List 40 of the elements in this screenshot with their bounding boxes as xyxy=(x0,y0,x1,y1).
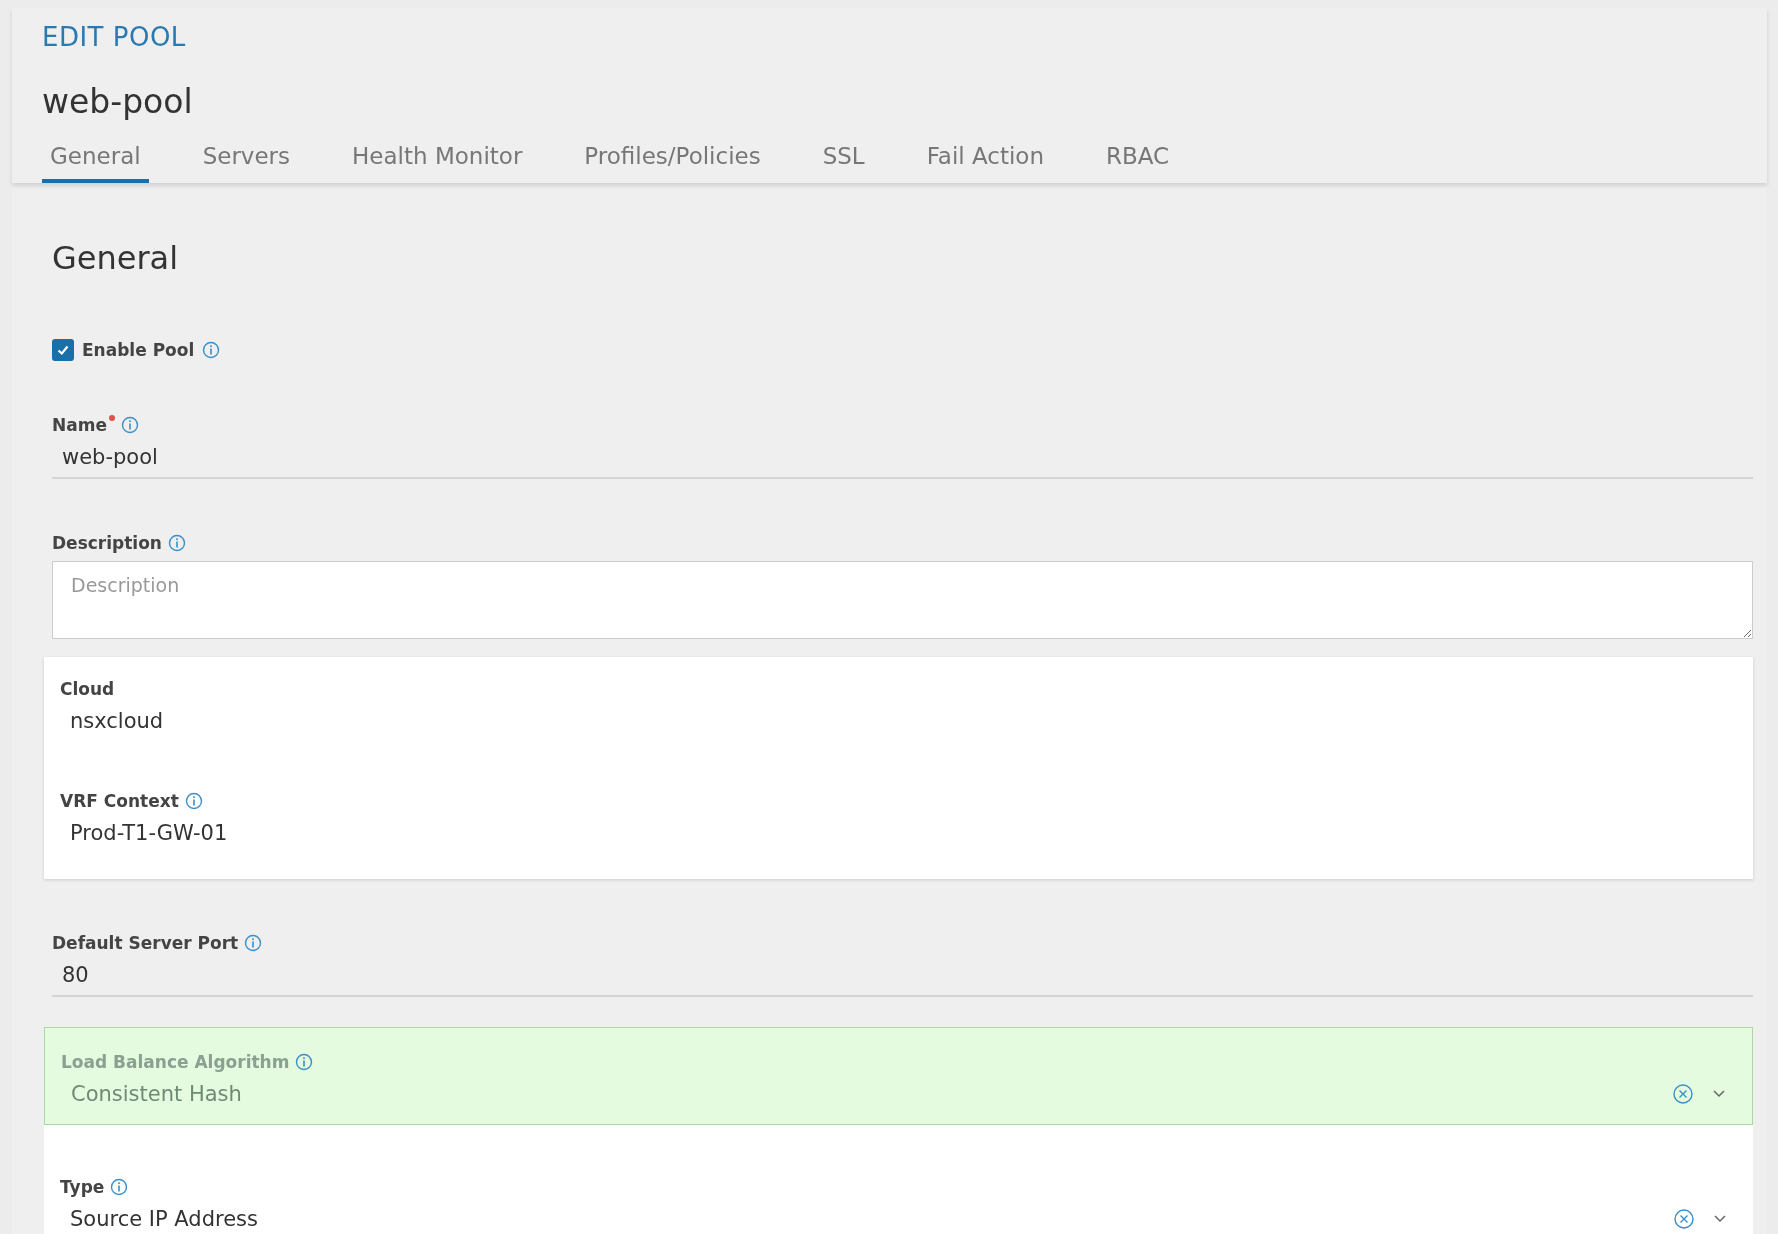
info-icon[interactable] xyxy=(202,341,221,359)
page-title: EDIT POOL xyxy=(42,22,187,52)
info-icon[interactable] xyxy=(167,534,186,552)
dropdown-value: Consistent Hash xyxy=(71,1082,243,1106)
field-label: Name xyxy=(52,415,107,435)
dropdown-value: Source IP Address xyxy=(70,1207,259,1231)
info-icon[interactable] xyxy=(120,416,139,434)
chevron-down-icon[interactable] xyxy=(1712,1089,1726,1099)
tab[interactable]: Profiles/Policies xyxy=(576,139,769,183)
tab[interactable]: Servers xyxy=(194,139,299,183)
field-label: Load Balance Algorithm xyxy=(61,1052,290,1072)
checkbox[interactable] xyxy=(52,339,74,361)
tab[interactable]: Fail Action xyxy=(918,139,1053,183)
field-label: Type xyxy=(60,1177,105,1197)
input-field[interactable]: web-pool xyxy=(52,435,1753,479)
tab[interactable]: RBAC xyxy=(1098,139,1178,183)
field-value: Prod-T1-GW-01 xyxy=(69,820,229,847)
info-icon[interactable] xyxy=(244,934,263,952)
tab[interactable]: Health Monitor xyxy=(344,139,531,183)
field-label: Description xyxy=(52,533,162,553)
checkbox-label: Enable Pool xyxy=(82,340,195,360)
checkmark-icon xyxy=(56,343,70,357)
description-field[interactable]: Description xyxy=(52,561,1753,639)
tab[interactable]: General xyxy=(42,139,149,183)
info-icon[interactable] xyxy=(110,1178,129,1196)
clear-icon[interactable] xyxy=(1672,1083,1694,1105)
tab[interactable]: SSL xyxy=(814,139,873,183)
dropdown-field[interactable]: Source IP Address xyxy=(60,1197,1737,1234)
info-icon[interactable] xyxy=(295,1053,314,1071)
field-label: Cloud xyxy=(60,679,115,699)
chevron-down-icon[interactable] xyxy=(1713,1214,1727,1224)
input-field[interactable]: 80 xyxy=(52,953,1753,997)
field-label: VRF Context xyxy=(60,791,179,811)
field-value: nsxcloud xyxy=(69,708,165,735)
pool-name: web-pool xyxy=(42,82,194,121)
field-label: Default Server Port xyxy=(52,933,239,953)
info-icon[interactable] xyxy=(184,792,203,810)
section-title: General xyxy=(52,239,180,277)
dropdown-field[interactable]: Consistent Hash xyxy=(61,1072,1736,1114)
clear-icon[interactable] xyxy=(1673,1208,1695,1230)
